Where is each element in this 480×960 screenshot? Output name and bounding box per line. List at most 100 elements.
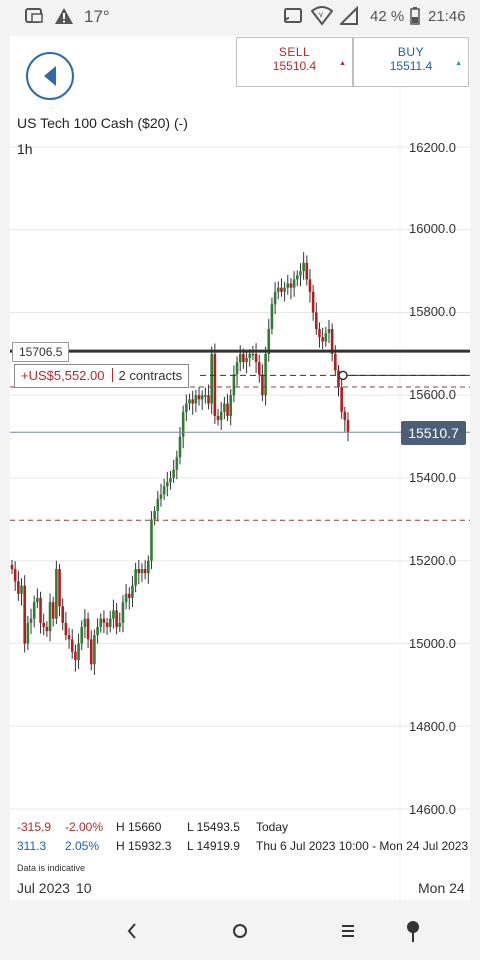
candle-body	[257, 362, 261, 375]
candle-body	[210, 353, 213, 404]
candle-body	[124, 593, 128, 603]
position-box[interactable]: +US$5,552.00 2 contracts	[14, 364, 190, 388]
candle-body	[166, 482, 169, 487]
back-nav-icon[interactable]	[117, 918, 147, 944]
candle-body	[70, 639, 74, 652]
low-range: L 14919.9	[187, 839, 240, 853]
candle-body	[311, 291, 315, 313]
candle-body	[245, 358, 248, 363]
y-tick: 16000.0	[409, 221, 456, 236]
instrument-title: US Tech 100 Cash ($20) (-)	[17, 115, 188, 131]
candle-body	[102, 618, 106, 623]
candle-body	[194, 395, 198, 404]
sell-label: SELL	[278, 45, 311, 59]
candle-body	[150, 519, 153, 561]
candle-body	[36, 597, 39, 603]
candle-body	[308, 279, 312, 292]
candle-body	[80, 626, 84, 644]
x-label-start: Jul 2023	[17, 880, 70, 896]
candle-body	[131, 585, 134, 598]
candle-body	[61, 606, 65, 623]
candle-body	[26, 622, 30, 644]
change-range: 311.3	[17, 839, 47, 853]
candle-body	[188, 399, 191, 404]
candle-body	[172, 469, 175, 478]
nav-bar	[0, 900, 480, 960]
y-tick: 15600.0	[409, 387, 456, 402]
candle-body	[235, 362, 239, 375]
candle-body	[156, 498, 160, 512]
candle-body	[178, 436, 182, 458]
candle-body	[273, 291, 277, 305]
candle-body	[32, 602, 36, 619]
candle-body	[162, 486, 166, 495]
position-pnl: +US$5,552.00	[21, 368, 105, 383]
candle-body	[283, 287, 286, 292]
candle-body	[153, 511, 156, 520]
high-today: H 15660	[116, 820, 162, 834]
y-tick: 15800.0	[409, 304, 456, 319]
candle-body	[200, 395, 204, 400]
candle-body	[137, 569, 141, 574]
candle-body	[343, 411, 347, 421]
candle-body	[191, 399, 194, 404]
candle-body	[93, 635, 96, 665]
candle-body	[197, 395, 201, 400]
timeframe-selector[interactable]: 1h	[17, 141, 33, 157]
candle-body	[48, 602, 52, 632]
change-today: -315.9	[17, 820, 52, 834]
candle-body	[147, 560, 150, 574]
candle-body	[251, 353, 255, 356]
change-pct-today: -2.00%	[65, 820, 104, 834]
candle-body	[77, 643, 80, 661]
back-arrow-icon	[44, 66, 56, 86]
candle-body	[134, 569, 137, 586]
buy-price: 15511.4	[389, 59, 433, 73]
candle-body	[226, 403, 229, 416]
candle-body	[324, 333, 328, 342]
candle-body	[280, 287, 283, 292]
candle-body	[115, 610, 118, 627]
back-button[interactable]	[26, 52, 74, 100]
candle-body	[229, 395, 233, 416]
recents-nav-icon[interactable]	[333, 918, 363, 944]
candle-body	[121, 602, 125, 623]
price-chart[interactable]	[0, 0, 480, 960]
candle-body	[181, 411, 185, 437]
candle-body	[289, 283, 293, 288]
candle-body	[232, 374, 236, 396]
candle-body	[223, 403, 226, 412]
candle-body	[292, 279, 296, 288]
candle-body	[238, 353, 242, 363]
candle-body	[42, 622, 45, 627]
candle-body	[261, 374, 264, 396]
candle-body	[159, 494, 163, 499]
candle-body	[143, 569, 147, 574]
assistant-nav-icon[interactable]	[398, 918, 428, 944]
candle-body	[302, 262, 305, 272]
candle-body	[45, 626, 49, 632]
candle-body	[276, 287, 280, 292]
x-label-mid: 10	[76, 880, 92, 896]
high-range: H 15932.3	[116, 839, 172, 853]
buy-label: BUY	[397, 45, 425, 59]
candle-body	[23, 585, 26, 644]
candle-body	[29, 618, 33, 623]
buy-button[interactable]: BUY 15511.4 ▲	[353, 37, 469, 87]
candle-body	[99, 618, 103, 627]
candle-body	[254, 353, 258, 363]
period-range: Thu 6 Jul 2023 10:00 - Mon 24 Jul 2023	[256, 839, 469, 853]
candle-body	[169, 478, 172, 483]
home-nav-icon[interactable]	[225, 918, 255, 944]
candle-body	[340, 386, 343, 412]
candle-body	[327, 329, 331, 334]
candle-body	[108, 618, 112, 627]
y-tick: 15200.0	[409, 553, 456, 568]
candle-body	[315, 312, 318, 330]
buy-arrow-icon: ▲	[455, 60, 462, 67]
candle-body	[89, 639, 93, 665]
low-today: L 15493.5	[187, 820, 240, 834]
y-tick: 16200.0	[409, 140, 456, 155]
entry-price-label: 15706.5	[12, 342, 70, 362]
sell-button[interactable]: SELL 15510.4 ▲	[236, 37, 353, 87]
